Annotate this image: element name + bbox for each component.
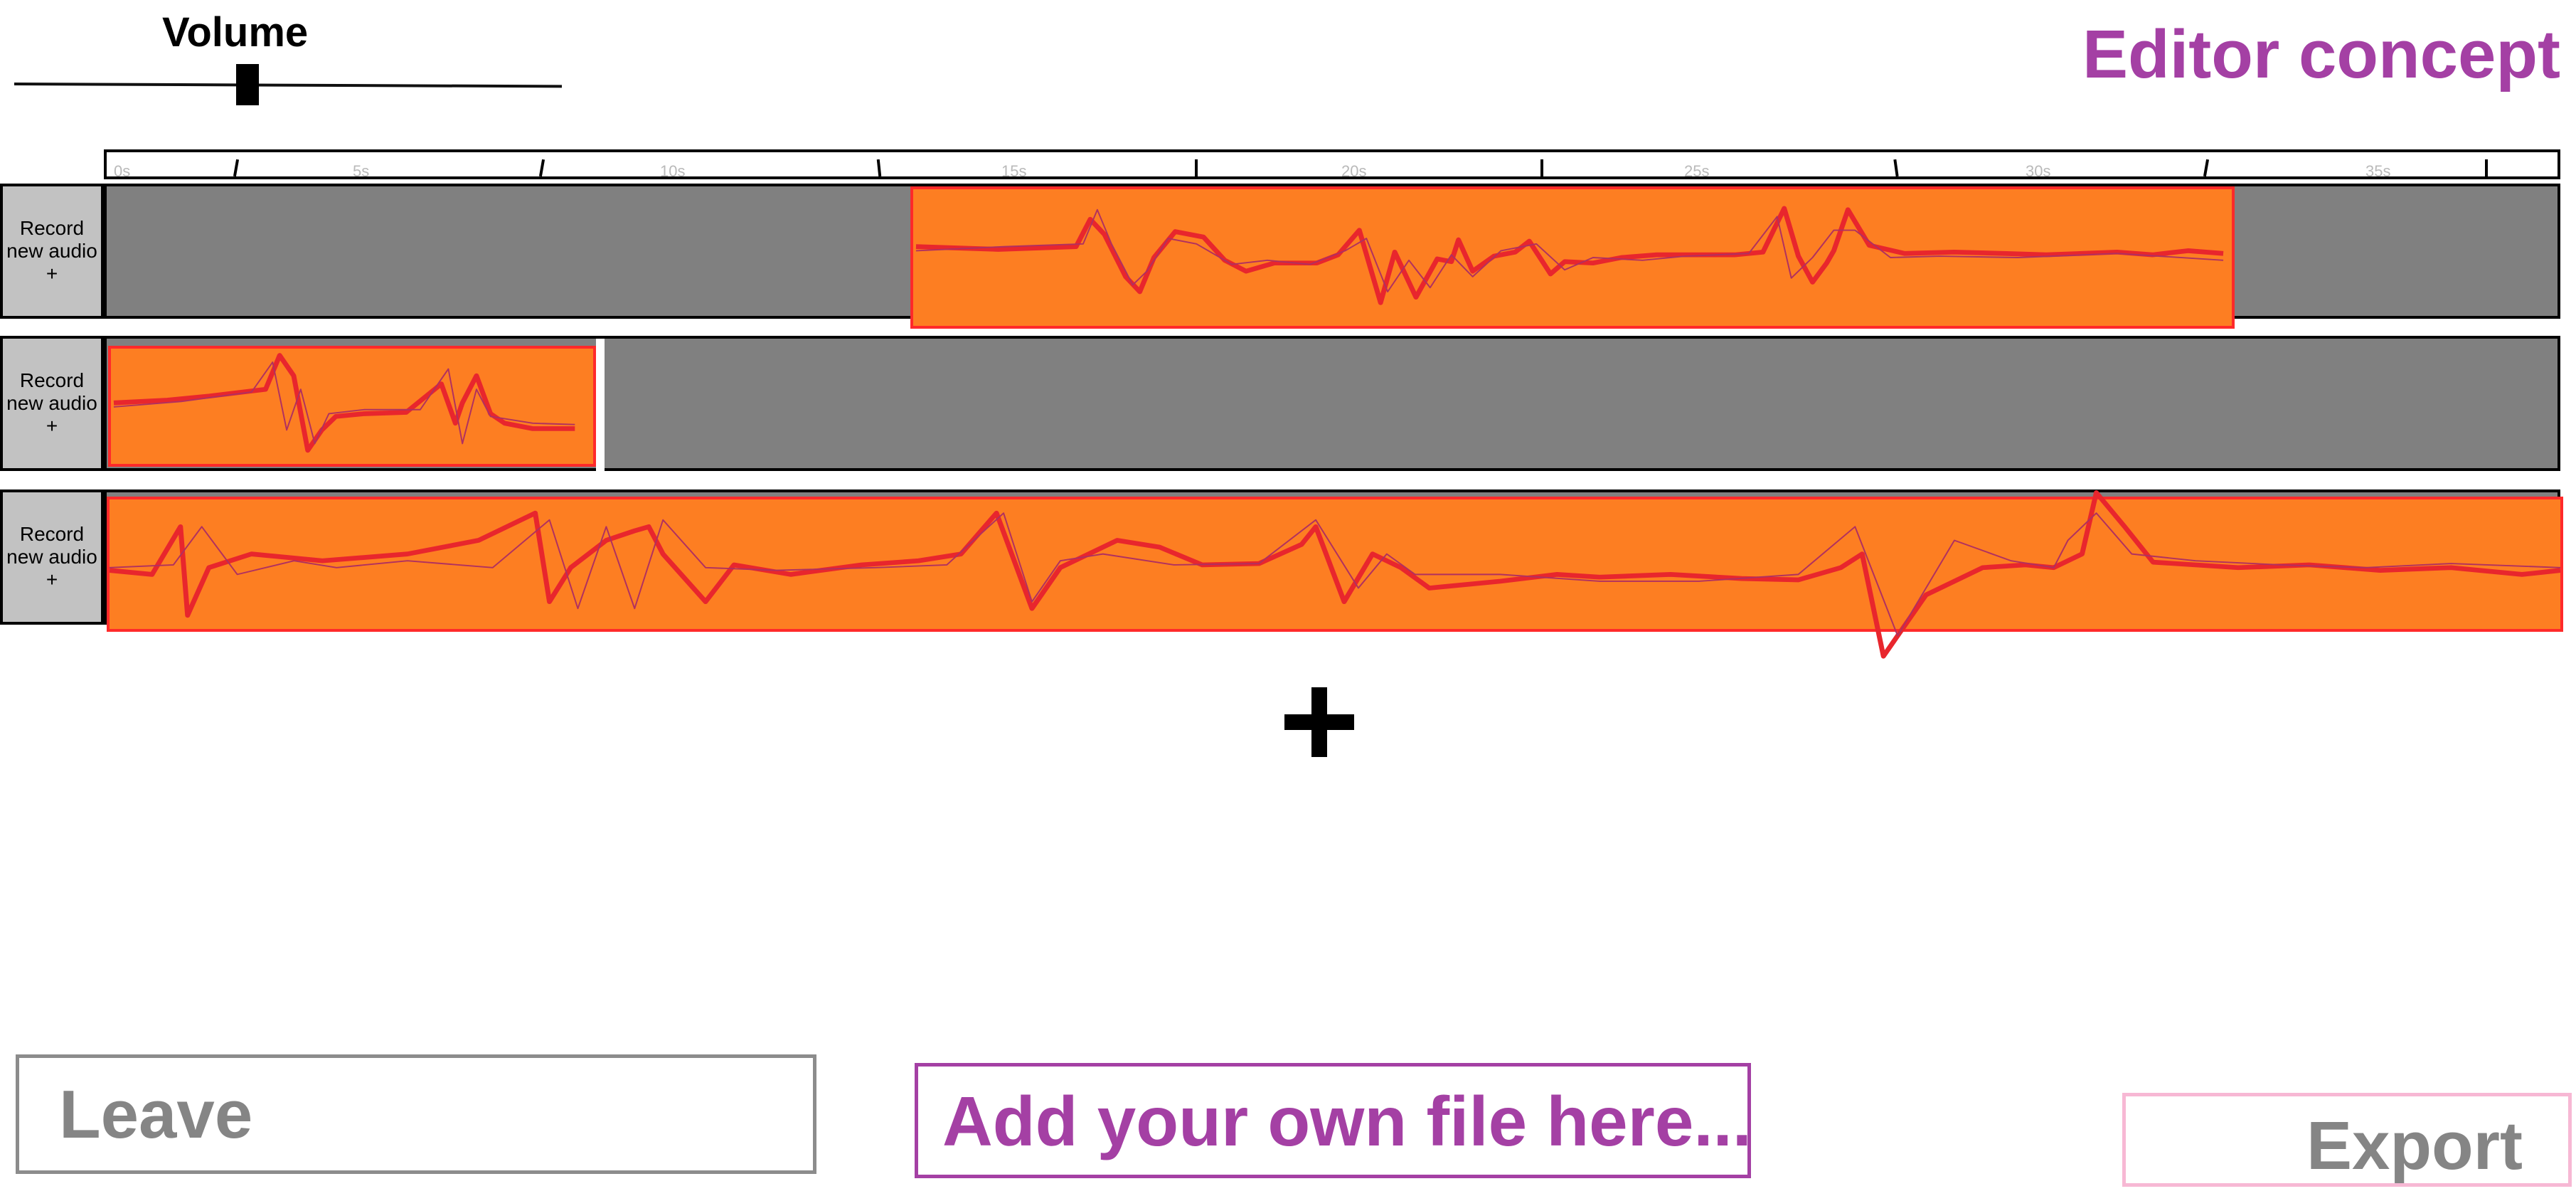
audio-clip[interactable] [910, 186, 2235, 329]
plus-icon: + [46, 415, 58, 437]
waveform-icon [109, 490, 2561, 659]
ruler-tick [2203, 159, 2210, 177]
audio-clip[interactable] [108, 346, 596, 467]
ruler-label-30s: 30s [2026, 162, 2051, 180]
add-track-button[interactable] [1280, 683, 1358, 761]
page-title: Editor concept [2082, 16, 2560, 92]
waveform-icon [113, 353, 575, 453]
ruler-tick [1195, 159, 1198, 176]
timeline-ruler[interactable]: 0s 5s 10s 15s 20s 25s 30s 35s [104, 149, 2560, 180]
plus-icon-vertical [1311, 687, 1327, 757]
ruler-tick [233, 159, 240, 177]
volume-label: Volume [162, 9, 309, 55]
ruler-label-15s: 15s [1001, 162, 1027, 180]
track-lane-1[interactable] [104, 184, 2560, 329]
record-new-audio-button-track-1[interactable]: Record new audio + [0, 184, 104, 319]
ruler-label-5s: 5s [353, 162, 370, 180]
ruler-tick [1893, 159, 1899, 177]
ruler-tick [1540, 159, 1543, 176]
ruler-tick [876, 159, 882, 177]
ruler-tick [2485, 159, 2488, 176]
ruler-label-25s: 25s [1684, 162, 1710, 180]
new-audio-label: new audio [6, 240, 97, 262]
track-lane-3[interactable] [104, 489, 2563, 659]
plus-icon: + [46, 263, 58, 285]
record-label: Record [19, 217, 85, 239]
ruler-label-20s: 20s [1341, 162, 1367, 180]
plus-icon: + [46, 568, 58, 591]
export-button[interactable]: Export [2122, 1093, 2572, 1187]
volume-slider-thumb[interactable] [236, 64, 259, 105]
record-new-audio-button-track-3[interactable]: Record new audio + [0, 489, 104, 625]
leave-button[interactable]: Leave [16, 1054, 816, 1174]
audio-clip[interactable] [107, 490, 2563, 659]
clip-edge [596, 339, 605, 474]
new-audio-label: new audio [6, 392, 97, 414]
ruler-label-0s: 0s [114, 162, 131, 180]
record-new-audio-button-track-2[interactable]: Record new audio + [0, 336, 104, 471]
volume-slider-track[interactable] [14, 83, 563, 88]
ruler-label-10s: 10s [660, 162, 686, 180]
record-label: Record [19, 523, 85, 545]
ruler-label-35s: 35s [2365, 162, 2391, 180]
waveform-icon [915, 206, 2224, 305]
track-lane-2[interactable] [104, 336, 2560, 474]
add-file-button[interactable]: Add your own file here... [915, 1063, 1752, 1178]
record-label: Record [19, 369, 85, 391]
new-audio-label: new audio [6, 546, 97, 568]
ruler-tick [538, 159, 545, 177]
